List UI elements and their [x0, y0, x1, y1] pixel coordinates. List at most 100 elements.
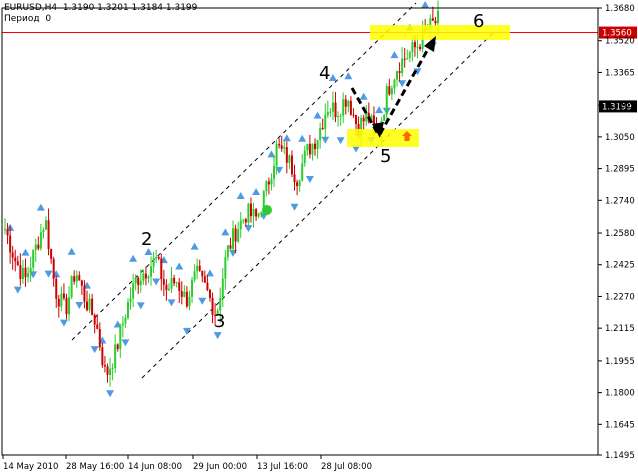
- fractal-down: [44, 270, 53, 278]
- candle-body: [244, 219, 247, 223]
- forecast-line-up: [378, 41, 434, 135]
- fractal-down: [290, 203, 299, 211]
- candle-body: [352, 114, 355, 116]
- fractal-down: [106, 390, 115, 398]
- candle-body: [275, 144, 278, 166]
- candle-body: [314, 143, 317, 150]
- candle-body: [180, 291, 183, 297]
- candle-body: [362, 117, 365, 122]
- y-tick-label: 1.2270: [605, 292, 635, 302]
- candle-body: [329, 111, 332, 113]
- candle-body: [249, 203, 252, 217]
- marker-dot: [262, 205, 272, 215]
- candle-body: [139, 280, 142, 286]
- candle-body: [42, 229, 45, 233]
- y-tick-label: 1.1800: [605, 389, 635, 399]
- candle-body: [119, 325, 122, 350]
- candle-body: [188, 296, 191, 307]
- candle-body: [11, 252, 14, 258]
- candle-body: [68, 297, 71, 315]
- candle-body: [257, 213, 260, 217]
- y-tick-label: 1.2895: [605, 165, 635, 175]
- candle-body: [70, 276, 73, 298]
- fractal-up: [390, 51, 399, 59]
- candle-body: [109, 368, 112, 375]
- overlays: 1.35601.319923456: [2, 11, 637, 332]
- candle-body: [52, 258, 55, 279]
- candle-body: [280, 145, 283, 149]
- y-tick-label: 1.1645: [605, 420, 635, 430]
- channel-upper: [71, 2, 417, 341]
- candle-body: [65, 298, 68, 315]
- candle-body: [239, 220, 242, 230]
- candle-body: [142, 273, 145, 281]
- candle-body: [390, 88, 393, 95]
- candle-body: [132, 283, 135, 299]
- candle-body: [265, 181, 268, 192]
- candle-body: [385, 86, 388, 115]
- candle-body: [165, 284, 168, 291]
- candle-body: [252, 209, 255, 217]
- wave-label: 6: [473, 11, 484, 32]
- candle-body: [185, 291, 188, 307]
- candle-body: [193, 271, 196, 280]
- candle-body: [198, 265, 201, 271]
- fractal-up: [359, 92, 368, 100]
- x-tick-label: 28 Jul 08:00: [321, 462, 372, 472]
- candle-body: [191, 279, 194, 297]
- candle-body: [355, 114, 358, 125]
- candle-body: [80, 280, 83, 286]
- candle-body: [157, 256, 160, 259]
- candle-body: [331, 102, 334, 112]
- candle-body: [226, 245, 229, 257]
- candle-body: [129, 298, 132, 303]
- candle-body: [101, 347, 104, 366]
- candle-body: [365, 112, 368, 122]
- candle-body: [219, 297, 222, 311]
- candle-body: [206, 282, 209, 290]
- candle-body: [85, 301, 88, 311]
- y-tick-label: 1.1495: [605, 451, 635, 461]
- candle-body: [57, 298, 60, 307]
- wave-label: 2: [141, 229, 152, 250]
- candle-body: [347, 100, 350, 107]
- x-tick-label: 14 Jun 08:00: [128, 462, 182, 472]
- y-tick-label: 1.2115: [605, 324, 635, 334]
- candle-body: [224, 256, 227, 279]
- candle-body: [32, 249, 35, 268]
- candle-body: [278, 144, 281, 146]
- candle-body: [183, 291, 186, 297]
- fractal-up: [236, 191, 245, 199]
- candle-body: [255, 209, 258, 217]
- fractal-down: [136, 302, 145, 310]
- candle-body: [55, 278, 58, 299]
- fractal-up: [298, 134, 307, 142]
- candle-body: [413, 42, 416, 48]
- fractal-up: [313, 111, 322, 119]
- fractal-down: [13, 286, 22, 294]
- candle-body: [267, 181, 270, 185]
- candle-body: [34, 244, 37, 250]
- y-tick-label: 1.3680: [605, 4, 635, 14]
- fractal-up: [67, 247, 76, 255]
- candle-body: [162, 279, 165, 285]
- candle-body: [160, 258, 163, 280]
- candle-body: [298, 180, 301, 187]
- candle-body: [170, 277, 173, 289]
- candle-body: [229, 245, 232, 249]
- candle-body: [237, 229, 240, 242]
- fractal-markers: [6, 1, 437, 398]
- candle-body: [16, 261, 19, 266]
- candle-body: [60, 293, 63, 307]
- y-tick-label: 1.3365: [605, 68, 635, 78]
- candle-body: [283, 147, 286, 149]
- y-tick-label: 1.1955: [605, 357, 635, 367]
- x-tick-label: 13 Jul 16:00: [257, 462, 308, 472]
- fractal-up: [21, 248, 30, 256]
- candle-body: [242, 219, 245, 221]
- candle-body: [106, 366, 109, 375]
- candle-body: [178, 282, 181, 292]
- trend-channel: [71, 2, 497, 379]
- candle-body: [126, 302, 129, 318]
- fractal-down: [75, 301, 84, 309]
